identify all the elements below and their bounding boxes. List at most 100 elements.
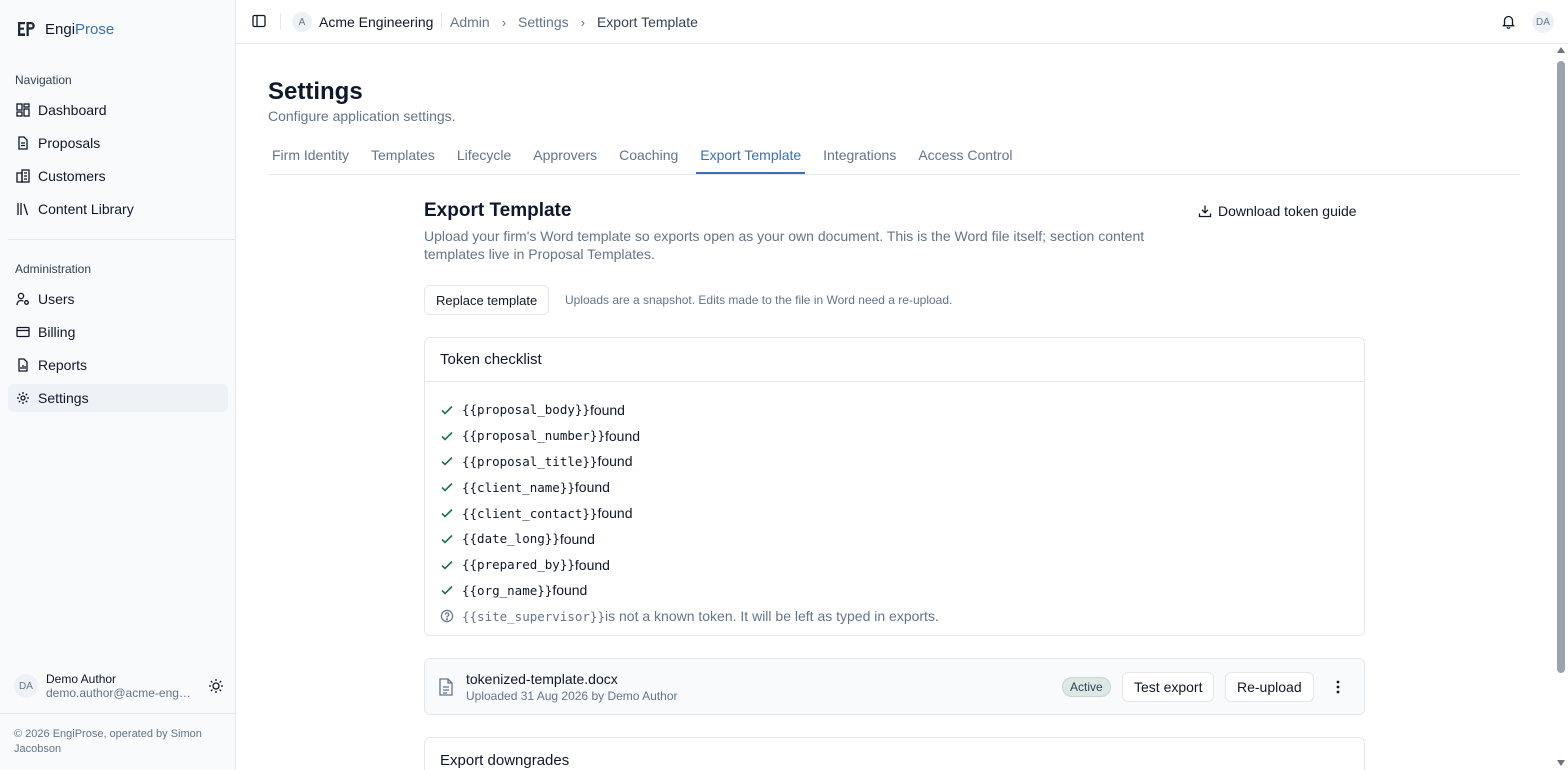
- check-icon: [441, 509, 453, 518]
- more-vertical-icon: [1336, 680, 1340, 694]
- sidebar-item-billing[interactable]: Billing: [8, 318, 228, 346]
- user-menu[interactable]: DA Demo Author demo.author@acme-engi...: [14, 672, 224, 700]
- token-status: is not a known token. It will be left as…: [605, 608, 939, 625]
- tab-approvers[interactable]: Approvers: [529, 138, 601, 174]
- breadcrumb-admin[interactable]: Admin: [450, 14, 490, 30]
- gear-icon: [17, 392, 29, 404]
- sidebar-item-settings[interactable]: Settings: [8, 384, 228, 412]
- download-icon: [1198, 205, 1212, 218]
- check-icon: [441, 431, 453, 441]
- sun-icon[interactable]: [208, 678, 224, 694]
- token-checklist-card: Token checklist {{proposal_body}} found …: [424, 337, 1365, 636]
- replace-template-button[interactable]: Replace template: [424, 285, 550, 315]
- avatar[interactable]: DA: [1532, 11, 1554, 33]
- user-gear-icon: [16, 292, 29, 306]
- token-name: {{client_contact}}: [462, 505, 598, 521]
- list-item: {{proposal_number}} found: [440, 423, 1349, 449]
- token-name: {{proposal_number}}: [462, 428, 605, 444]
- check-icon: [441, 405, 453, 415]
- org-avatar: A: [292, 12, 312, 32]
- more-options-button[interactable]: [1328, 677, 1348, 697]
- token-list: {{proposal_body}} found {{proposal_numbe…: [425, 382, 1364, 629]
- scroll-thumb[interactable]: [1557, 61, 1565, 673]
- tab-templates[interactable]: Templates: [367, 138, 439, 174]
- token-name: {{proposal_body}}: [462, 402, 590, 418]
- chevron-right-icon: ›: [580, 14, 585, 30]
- download-label: Download token guide: [1218, 203, 1357, 219]
- list-item: {{client_contact}} found: [440, 500, 1349, 526]
- question-circle-icon: [440, 610, 454, 623]
- footer-divider: [0, 713, 236, 714]
- brand-name: EngiProse: [45, 20, 115, 38]
- sidebar-item-label: Users: [38, 291, 75, 307]
- sidebar-item-dashboard[interactable]: Dashboard: [8, 96, 228, 124]
- breadcrumb-current: Export Template: [596, 14, 698, 30]
- sidebar-item-label: Content Library: [38, 201, 134, 217]
- tab-integrations[interactable]: Integrations: [819, 138, 900, 174]
- administration-section: Administration Users Billing Reports Set…: [0, 259, 236, 412]
- sidebar-item-reports[interactable]: Reports: [8, 351, 228, 379]
- user-info: Demo Author demo.author@acme-engi...: [46, 672, 200, 700]
- tab-export-template[interactable]: Export Template: [696, 138, 806, 174]
- check-icon: [441, 534, 453, 544]
- file-icon: [439, 678, 453, 696]
- sidebar-item-label: Customers: [38, 168, 106, 184]
- list-item: {{proposal_title}} found: [440, 449, 1349, 475]
- checklist-title: Token checklist: [425, 338, 1364, 382]
- token-status: found: [559, 530, 595, 547]
- tab-access-control[interactable]: Access Control: [914, 138, 1016, 174]
- scrollbar[interactable]: [1554, 44, 1568, 770]
- list-item: {{site_supervisor}} is not a known token…: [440, 603, 1349, 629]
- file-meta: Uploaded 31 Aug 2026 by Demo Author: [466, 689, 678, 703]
- brand-logo[interactable]: EngiProse: [15, 18, 114, 40]
- download-token-guide-button[interactable]: Download token guide: [1190, 197, 1365, 225]
- sidebar-item-label: Settings: [38, 390, 89, 406]
- list-item: {{org_name}} found: [440, 578, 1349, 604]
- sidebar-item-users[interactable]: Users: [8, 285, 228, 313]
- chevron-right-icon: ›: [501, 14, 507, 30]
- token-name: {{date_long}}: [462, 531, 560, 547]
- token-name: {{client_name}}: [462, 479, 575, 495]
- page-subtitle: Configure application settings.: [268, 108, 456, 124]
- card-icon: [16, 326, 30, 338]
- page-title: Settings: [268, 78, 363, 105]
- status-badge: Active: [1062, 677, 1111, 697]
- tab-firm-identity[interactable]: Firm Identity: [268, 138, 353, 174]
- token-status: found: [605, 427, 641, 444]
- breadcrumb-settings[interactable]: Settings: [518, 14, 569, 30]
- logo-icon: [18, 22, 35, 36]
- settings-tabs: Firm Identity Templates Lifecycle Approv…: [268, 138, 1520, 175]
- user-email: demo.author@acme-engi...: [46, 686, 191, 700]
- building-icon: [16, 169, 30, 183]
- sidebar-item-proposals[interactable]: Proposals: [8, 129, 228, 157]
- bell-icon[interactable]: [1501, 14, 1516, 29]
- tab-lifecycle[interactable]: Lifecycle: [453, 138, 515, 174]
- list-item: {{proposal_body}} found: [440, 397, 1349, 423]
- org-switcher[interactable]: Acme Engineering: [319, 14, 433, 30]
- template-file-card: tokenized-template.docx Uploaded 31 Aug …: [424, 658, 1365, 715]
- test-export-button[interactable]: Test export: [1122, 672, 1215, 702]
- token-status: found: [552, 582, 588, 599]
- sidebar-item-customers[interactable]: Customers: [8, 162, 228, 190]
- token-name: {{org_name}}: [462, 582, 553, 598]
- sidebar-toggle-icon[interactable]: [252, 14, 266, 28]
- user-name: Demo Author: [46, 672, 117, 686]
- check-icon: [441, 586, 453, 596]
- token-status: found: [574, 479, 610, 496]
- token-status: found: [597, 453, 633, 470]
- sidebar-item-label: Dashboard: [38, 102, 107, 118]
- reupload-button[interactable]: Re-upload: [1225, 672, 1314, 702]
- sidebar-item-label: Proposals: [38, 135, 101, 151]
- dashboard-icon: [16, 103, 30, 117]
- scroll-down-arrow[interactable]: [1557, 760, 1565, 766]
- tab-coaching[interactable]: Coaching: [615, 138, 682, 174]
- sidebar-item-content-library[interactable]: Content Library: [8, 195, 228, 223]
- list-item: {{prepared_by}} found: [440, 552, 1349, 578]
- check-icon: [441, 457, 453, 467]
- sidebar-item-label: Reports: [38, 357, 88, 373]
- library-icon: [17, 203, 29, 216]
- scroll-up-arrow[interactable]: [1557, 47, 1565, 53]
- section-title: Export Template: [424, 200, 572, 221]
- list-item: {{client_name}} found: [440, 474, 1349, 500]
- sidebar-divider: [8, 239, 236, 240]
